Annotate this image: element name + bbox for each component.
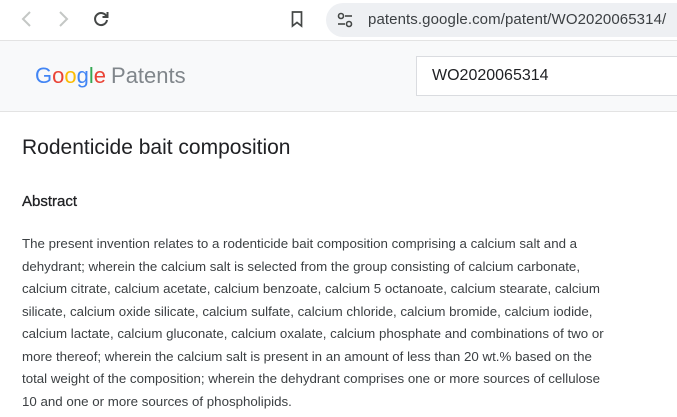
abstract-text: The present invention relates to a roden… xyxy=(22,233,677,413)
site-settings-icon[interactable] xyxy=(336,11,354,29)
address-url[interactable]: patents.google.com/patent/WO2020065314/ xyxy=(368,11,666,28)
browser-toolbar: patents.google.com/patent/WO2020065314/ xyxy=(0,0,677,41)
forward-button[interactable] xyxy=(50,6,76,32)
logo-product: Patents xyxy=(111,63,186,88)
google-patents-logo[interactable]: Google Patents xyxy=(35,62,186,90)
patent-search-input[interactable] xyxy=(416,56,677,96)
bookmark-button[interactable] xyxy=(284,6,310,32)
patent-title: Rodenticide bait composition xyxy=(22,136,291,159)
abstract-line: total weight of the composition; wherein… xyxy=(22,371,600,386)
bookmark-icon xyxy=(291,11,303,28)
abstract-line: The present invention relates to a roden… xyxy=(22,236,578,251)
abstract-line: silicate, calcium oxide silicate, calciu… xyxy=(22,303,593,319)
logo-letter: o xyxy=(64,63,77,88)
logo-letter: o xyxy=(52,63,65,88)
forward-icon xyxy=(59,11,69,27)
abstract-line: calcium lactate, calcium gluconate, calc… xyxy=(22,326,604,341)
abstract-line: dehydrant; wherein the calcium salt is s… xyxy=(22,258,581,274)
reload-icon xyxy=(94,12,109,27)
abstract-line: 10 and one or more sources of phospholip… xyxy=(22,393,292,409)
abstract-heading: Abstract xyxy=(22,193,78,210)
back-button[interactable] xyxy=(14,6,40,32)
abstract-line: more thereof; wherein the calcium salt i… xyxy=(22,348,592,364)
logo-letter: e xyxy=(93,63,107,88)
reload-button[interactable] xyxy=(88,6,114,32)
back-icon xyxy=(21,11,31,27)
address-bar[interactable]: patents.google.com/patent/WO2020065314/ xyxy=(326,3,677,37)
logo-letter: G xyxy=(35,63,53,88)
abstract-line: calcium citrate, calcium acetate, calciu… xyxy=(22,281,600,296)
logo-letter: g xyxy=(76,63,89,88)
